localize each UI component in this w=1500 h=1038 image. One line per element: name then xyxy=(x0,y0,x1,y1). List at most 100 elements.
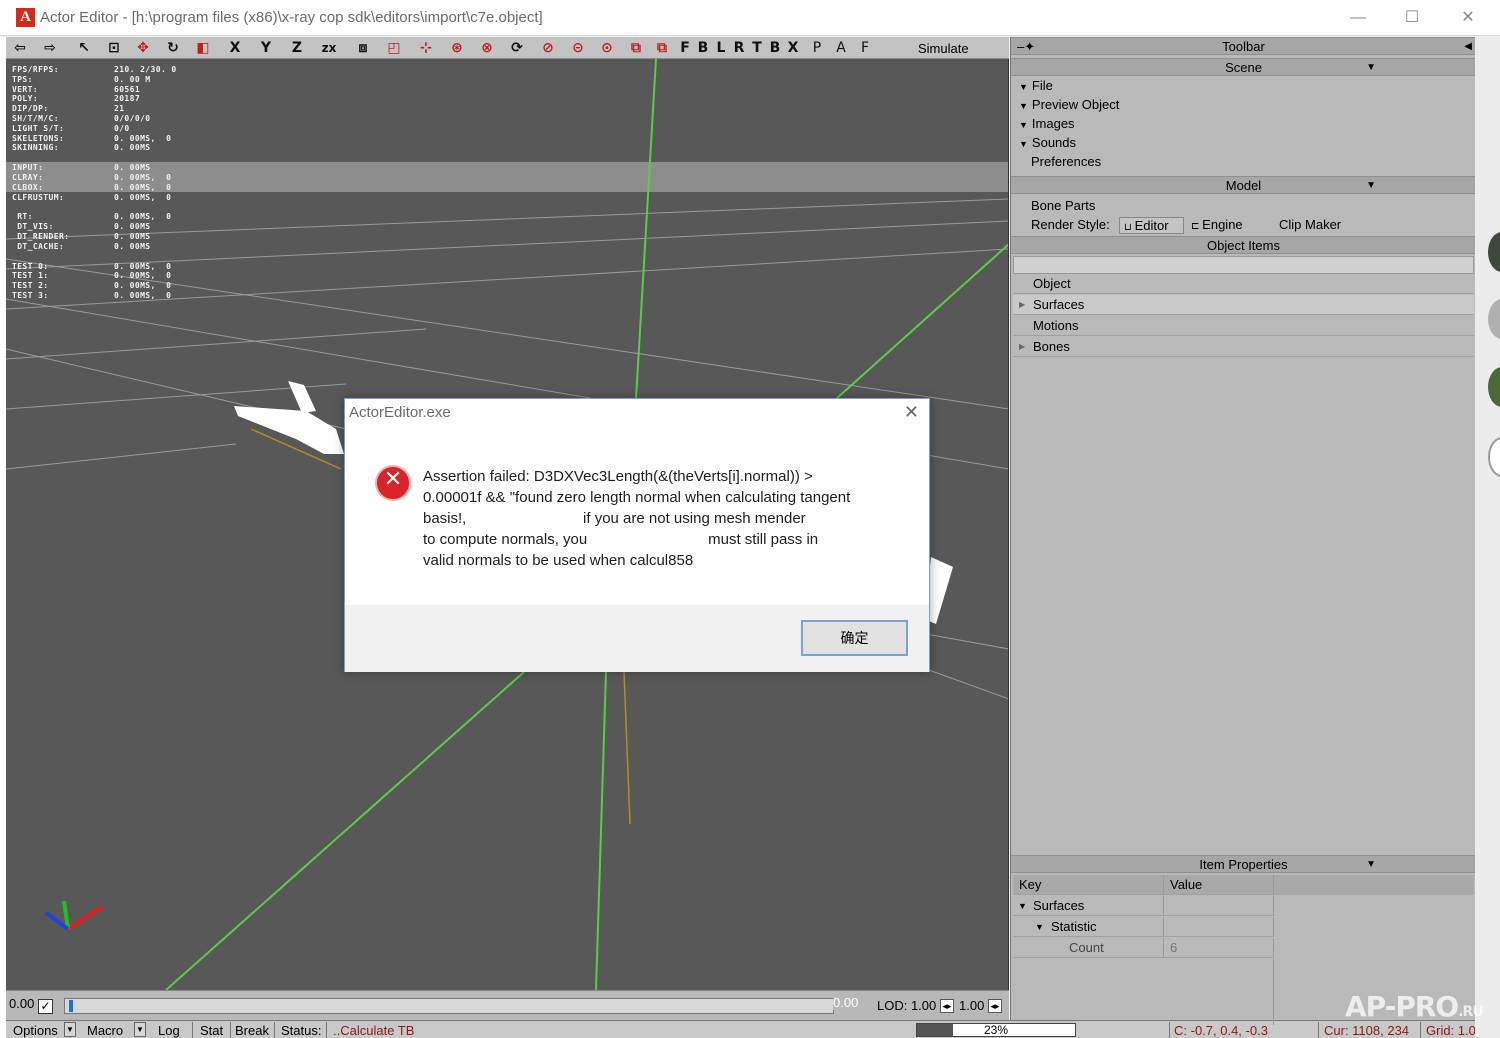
zoom-extent-icon[interactable]: ⧉ xyxy=(626,39,646,57)
scene-header[interactable]: Scene ▼ xyxy=(1011,58,1476,76)
table-row[interactable]: Count 6 xyxy=(1013,938,1474,958)
stats-row: SH/T/M/C: 0/0/0/0 xyxy=(12,114,177,124)
add-object-icon[interactable]: ⊡ xyxy=(104,39,124,57)
stats-row: CLFRUSTUM: 0. 00MS, 0 xyxy=(12,193,177,203)
stats-key: DT_RENDER: xyxy=(12,231,70,241)
lock-icon[interactable]: ⊙ xyxy=(597,39,617,57)
minimize-button[interactable]: — xyxy=(1330,0,1386,36)
stat-button[interactable]: Stat xyxy=(200,1023,223,1038)
lod-spin-icon[interactable]: ◂▸ xyxy=(940,999,954,1013)
expand-arrow-icon[interactable]: ▶ xyxy=(1019,295,1025,315)
cursor-2d-coords: Cur: 1108, 234 xyxy=(1324,1023,1410,1038)
options-menu[interactable]: Options xyxy=(13,1023,58,1038)
close-window-button[interactable]: ✕ xyxy=(1440,0,1496,36)
stats-value: 0. 00 M xyxy=(114,74,151,84)
render-editor-label: Editor xyxy=(1134,218,1169,233)
zoom-selected-icon[interactable]: ⧉ xyxy=(652,39,672,57)
snap-icon[interactable]: ⧈ xyxy=(353,39,373,57)
scene-item-label: Sounds xyxy=(1031,135,1077,150)
stats-row: FPS/RFPS: 210. 2/30. 0 xyxy=(12,65,177,75)
scene-item-images[interactable]: ▼ Images xyxy=(1019,116,1075,131)
rotate-snap-icon[interactable]: ⟳ xyxy=(507,39,527,57)
view-perspective-button[interactable]: P xyxy=(811,39,823,57)
y-axis-line xyxy=(635,59,657,400)
ok-button[interactable]: 确定 xyxy=(801,620,908,656)
stats-value: 0. 00MS xyxy=(114,241,151,251)
tree-item-object[interactable]: Object xyxy=(1013,274,1474,294)
log-button[interactable]: Log xyxy=(158,1023,180,1038)
render-engine-toggle[interactable]: ⊏ Engine xyxy=(1191,217,1243,232)
grid-snap-icon[interactable]: ◰ xyxy=(384,39,404,57)
tree-item-bones[interactable]: ▶ Bones xyxy=(1013,337,1474,357)
link-icon[interactable]: ⊘ xyxy=(538,39,558,57)
table-row[interactable]: ▼ Surfaces xyxy=(1013,896,1474,916)
object-items-filter[interactable] xyxy=(1013,256,1474,274)
axis-y-button[interactable]: Y xyxy=(258,39,274,57)
view-right-button[interactable]: R xyxy=(733,39,745,57)
expand-arrow-icon[interactable]: ▶ xyxy=(1019,337,1025,357)
redo-icon[interactable]: ⇨ xyxy=(40,39,60,57)
title-bar: A Actor Editor - [h:\program files (x86)… xyxy=(0,0,1500,36)
select-icon[interactable]: ↖ xyxy=(74,39,94,57)
rotate-icon[interactable]: ↻ xyxy=(163,39,183,57)
scale-icon[interactable]: ◧ xyxy=(193,39,213,57)
scene-item-sounds[interactable]: ▼ Sounds xyxy=(1019,135,1076,150)
axis-z-button[interactable]: Z xyxy=(289,39,305,57)
view-bottom-button[interactable]: B xyxy=(769,39,781,57)
view-auto-button[interactable]: A xyxy=(835,39,847,57)
magnet-move-icon[interactable]: ⊗ xyxy=(477,39,497,57)
stats-value: 0. 00MS, 0 xyxy=(114,133,172,143)
lod-spin-2-icon[interactable]: ◂▸ xyxy=(988,999,1002,1013)
stats-row: TPS: 0. 00 M xyxy=(12,75,177,85)
render-editor-toggle[interactable]: ⊔ Editor xyxy=(1119,217,1184,234)
stats-row: TEST 0: 0. 00MS, 0 xyxy=(12,262,177,272)
table-row[interactable]: ▼ Statistic xyxy=(1013,917,1474,937)
macro-dropdown-icon[interactable]: ▼ xyxy=(134,1022,146,1037)
axis-zx-button[interactable]: zx xyxy=(318,39,340,57)
scene-item-preview-object[interactable]: ▼ Preview Object xyxy=(1019,97,1119,112)
timeline-thumb[interactable] xyxy=(69,1000,73,1012)
view-front-button[interactable]: F xyxy=(679,39,691,57)
pivot-icon[interactable]: ⊹ xyxy=(416,39,436,57)
error-icon: ✕ xyxy=(375,465,411,501)
pin-icon[interactable]: –✦ xyxy=(1017,38,1035,55)
error-dialog: ActorEditor.exe ✕ ✕ Assertion failed: D3… xyxy=(344,398,930,672)
break-button[interactable]: Break xyxy=(235,1023,269,1038)
model-header[interactable]: Model ▼ xyxy=(1011,176,1476,194)
undo-icon[interactable]: ⇦ xyxy=(10,39,30,57)
watermark-main: AP-PRO xyxy=(1345,990,1459,1023)
avatar xyxy=(1488,437,1500,477)
axis-x-button[interactable]: X xyxy=(227,39,243,57)
maximize-button[interactable]: ☐ xyxy=(1384,0,1440,36)
scene-item-file[interactable]: ▼ File xyxy=(1019,78,1053,93)
toolbar-header[interactable]: –✦ Toolbar ◀ xyxy=(1011,37,1476,55)
collapse-icon[interactable]: ◀ xyxy=(1464,38,1472,55)
scene-item-preferences[interactable]: Preferences xyxy=(1031,154,1101,169)
loop-checkbox[interactable]: ✓ xyxy=(38,999,53,1014)
unlink-icon[interactable]: ⊝ xyxy=(568,39,588,57)
key-column-header: Key xyxy=(1013,875,1164,895)
magnet-icon[interactable]: ⊛ xyxy=(447,39,467,57)
background-window-edge xyxy=(1475,37,1500,1038)
clip-maker-button[interactable]: Clip Maker xyxy=(1279,217,1341,232)
tree-item-surfaces[interactable]: ▶ Surfaces xyxy=(1013,295,1474,315)
collapse-arrow-icon[interactable]: ▼ xyxy=(1035,917,1044,937)
timeline-slider[interactable] xyxy=(64,998,834,1014)
value-cell[interactable]: 6 xyxy=(1164,938,1274,958)
move-icon[interactable]: ✥ xyxy=(133,39,153,57)
axis-gizmo xyxy=(44,900,104,931)
collapse-arrow-icon[interactable]: ▼ xyxy=(1018,896,1027,916)
view-back-button[interactable]: B xyxy=(697,39,709,57)
macro-menu[interactable]: Macro xyxy=(87,1023,123,1038)
view-left-button[interactable]: L xyxy=(715,39,727,57)
stats-key: LIGHT S/T: xyxy=(12,123,65,133)
view-top-button[interactable]: T xyxy=(751,39,763,57)
view-reset-button[interactable]: X xyxy=(787,39,799,57)
tree-item-motions[interactable]: Motions xyxy=(1013,316,1474,336)
item-properties-header[interactable]: Item Properties ▼ xyxy=(1011,855,1476,873)
simulate-button[interactable]: Simulate xyxy=(918,41,969,56)
view-free-button[interactable]: F xyxy=(859,39,871,57)
bone-parts-button[interactable]: Bone Parts xyxy=(1031,198,1095,213)
dialog-close-button[interactable]: ✕ xyxy=(904,402,919,423)
options-dropdown-icon[interactable]: ▼ xyxy=(64,1022,76,1037)
